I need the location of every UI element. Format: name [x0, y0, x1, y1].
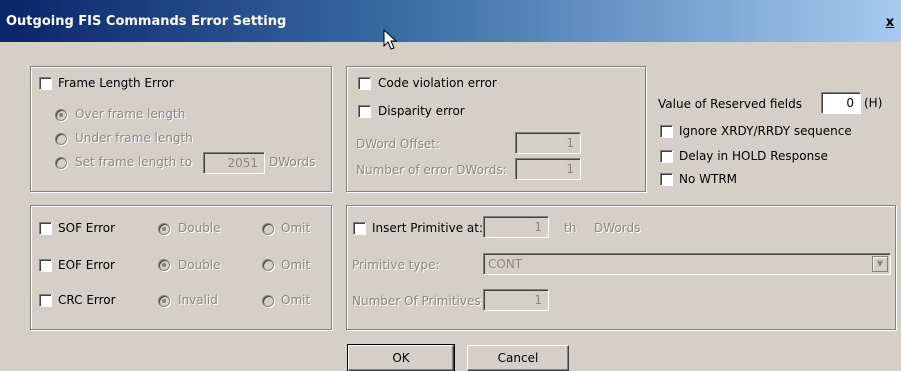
- delay-hold-checkbox[interactable]: [660, 150, 673, 163]
- disparity-checkbox[interactable]: [358, 105, 371, 118]
- dwords-label: DWords: [594, 221, 641, 235]
- primitive-type-label: Primitive type:: [352, 258, 440, 272]
- num-primitives-label: Number Of Primitives: [352, 294, 481, 308]
- crc-invalid-radio[interactable]: [158, 295, 170, 307]
- frame-length-unit: DWords: [269, 155, 316, 169]
- reserved-fields-unit: (H): [864, 96, 883, 110]
- window-title: Outgoing FIS Commands Error Setting: [6, 14, 287, 29]
- ignore-xrdy-label: Ignore XRDY/RRDY sequence: [679, 124, 852, 138]
- insert-primitive-label: Insert Primitive at:: [372, 221, 483, 235]
- reserved-fields-label: Value of Reserved fields: [658, 97, 802, 111]
- arrow-cursor-icon: [383, 29, 398, 50]
- crc-error-label: CRC Error: [58, 293, 116, 307]
- frame-length-error-checkbox[interactable]: [39, 77, 52, 90]
- th-label: th: [564, 221, 577, 235]
- eof-double-radio[interactable]: [158, 259, 170, 271]
- title-bar: Outgoing FIS Commands Error Setting x: [0, 0, 901, 42]
- delay-hold-label: Delay in HOLD Response: [679, 149, 828, 163]
- sof-double-radio[interactable]: [158, 223, 170, 235]
- eof-omit-label: Omit: [281, 258, 311, 272]
- no-wtrm-label: No WTRM: [679, 172, 738, 186]
- primitive-type-select[interactable]: CONT ▼: [483, 253, 891, 275]
- dword-offset-label: DWord Offset:: [356, 137, 440, 151]
- ok-button[interactable]: OK: [347, 344, 455, 371]
- dword-offset-field[interactable]: 1: [515, 132, 581, 154]
- crc-invalid-label: Invalid: [178, 293, 218, 307]
- sof-error-checkbox[interactable]: [39, 222, 52, 235]
- crc-omit-radio[interactable]: [262, 295, 274, 307]
- over-frame-length-radio[interactable]: [55, 109, 67, 121]
- sof-omit-radio[interactable]: [262, 223, 274, 235]
- primitive-type-value: CONT: [488, 257, 523, 271]
- chevron-down-icon[interactable]: ▼: [872, 256, 888, 272]
- frame-length-error-label: Frame Length Error: [58, 76, 174, 90]
- eof-double-label: Double: [178, 258, 221, 272]
- sof-error-label: SOF Error: [58, 221, 116, 235]
- over-frame-length-label: Over frame length: [75, 107, 186, 121]
- eof-error-checkbox[interactable]: [39, 259, 52, 272]
- cancel-button[interactable]: Cancel: [467, 345, 569, 371]
- insert-primitive-checkbox[interactable]: [353, 222, 366, 235]
- sof-double-label: Double: [178, 221, 221, 235]
- insert-primitive-field[interactable]: 1: [483, 216, 549, 238]
- frame-length-field[interactable]: 2051: [203, 152, 265, 174]
- code-violation-checkbox[interactable]: [358, 77, 371, 90]
- under-frame-length-radio[interactable]: [55, 133, 67, 145]
- set-frame-length-radio[interactable]: [55, 157, 67, 169]
- eof-omit-radio[interactable]: [262, 259, 274, 271]
- set-frame-length-label: Set frame length to: [75, 155, 193, 169]
- disparity-label: Disparity error: [378, 104, 465, 118]
- eof-error-label: EOF Error: [58, 258, 115, 272]
- no-wtrm-checkbox[interactable]: [660, 173, 673, 186]
- crc-omit-label: Omit: [281, 293, 311, 307]
- reserved-fields-input[interactable]: 0: [821, 92, 861, 114]
- ignore-xrdy-checkbox[interactable]: [660, 125, 673, 138]
- close-icon[interactable]: x: [883, 16, 897, 30]
- code-violation-label: Code violation error: [378, 76, 497, 90]
- crc-error-checkbox[interactable]: [39, 294, 52, 307]
- sof-omit-label: Omit: [281, 221, 311, 235]
- num-error-dwords-field[interactable]: 1: [515, 158, 581, 180]
- under-frame-length-label: Under frame length: [75, 131, 193, 145]
- num-error-dwords-label: Number of error DWords:: [356, 163, 507, 177]
- num-primitives-field[interactable]: 1: [483, 289, 549, 311]
